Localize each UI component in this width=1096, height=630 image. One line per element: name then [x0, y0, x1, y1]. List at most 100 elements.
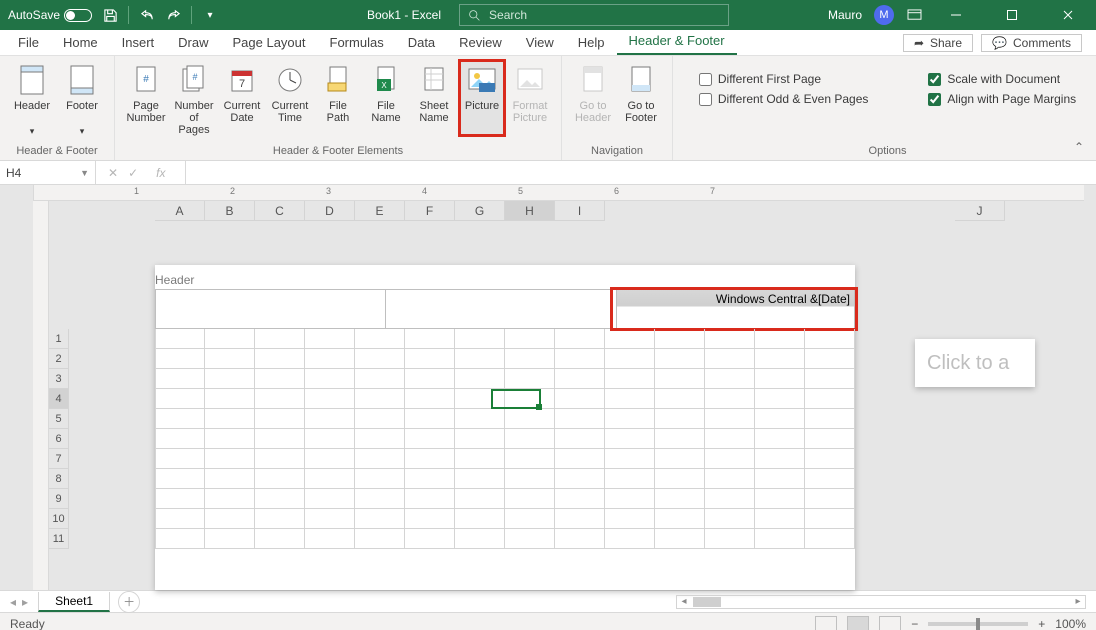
- view-pagebreak-button[interactable]: [879, 616, 901, 630]
- cell[interactable]: [355, 349, 405, 369]
- cell[interactable]: [405, 429, 455, 449]
- cell[interactable]: [355, 529, 405, 549]
- cell[interactable]: [705, 469, 755, 489]
- cell[interactable]: [305, 429, 355, 449]
- cell[interactable]: [305, 409, 355, 429]
- cell[interactable]: [755, 509, 805, 529]
- cell[interactable]: [755, 389, 805, 409]
- view-pagelayout-button[interactable]: [847, 616, 869, 630]
- cell[interactable]: [755, 349, 805, 369]
- cell[interactable]: [655, 429, 705, 449]
- cell[interactable]: [155, 389, 205, 409]
- search-box[interactable]: Search: [459, 4, 729, 26]
- horizontal-scrollbar[interactable]: ◂ ▸: [676, 595, 1086, 609]
- cell[interactable]: [655, 509, 705, 529]
- cell[interactable]: [205, 429, 255, 449]
- share-button[interactable]: ➦Share: [903, 34, 973, 52]
- sheet-name-button[interactable]: Sheet Name: [411, 60, 457, 136]
- accept-icon[interactable]: ✓: [128, 166, 138, 180]
- username[interactable]: Mauro: [828, 8, 862, 22]
- cell[interactable]: [405, 509, 455, 529]
- row-header[interactable]: 6: [49, 429, 69, 449]
- cell[interactable]: [255, 509, 305, 529]
- cell[interactable]: [305, 369, 355, 389]
- cell[interactable]: [455, 449, 505, 469]
- cell[interactable]: [305, 449, 355, 469]
- row-header[interactable]: 9: [49, 489, 69, 509]
- cell[interactable]: [655, 529, 705, 549]
- column-header[interactable]: [755, 201, 805, 221]
- picture-button[interactable]: Picture: [459, 60, 505, 136]
- cell[interactable]: [705, 329, 755, 349]
- cell[interactable]: [705, 449, 755, 469]
- column-header[interactable]: [605, 201, 655, 221]
- cell[interactable]: [505, 329, 555, 349]
- tab-page-layout[interactable]: Page Layout: [221, 31, 318, 55]
- zoom-in-icon[interactable]: +: [1038, 617, 1045, 630]
- cell[interactable]: [405, 449, 455, 469]
- cell[interactable]: [655, 329, 705, 349]
- cell[interactable]: [755, 449, 805, 469]
- opt-diff-odd-even[interactable]: Different Odd & Even Pages: [699, 92, 869, 106]
- cell[interactable]: [455, 409, 505, 429]
- column-header[interactable]: I: [555, 201, 605, 221]
- cell[interactable]: [505, 529, 555, 549]
- cell[interactable]: [805, 329, 855, 349]
- cell[interactable]: [155, 509, 205, 529]
- formula-input[interactable]: [186, 161, 1096, 184]
- header-left[interactable]: [156, 290, 386, 328]
- cell[interactable]: [505, 449, 555, 469]
- cell[interactable]: [805, 469, 855, 489]
- cell[interactable]: [505, 469, 555, 489]
- cell[interactable]: [805, 409, 855, 429]
- cell[interactable]: [355, 429, 405, 449]
- goto-footer-button[interactable]: Go to Footer: [618, 60, 664, 126]
- row-header[interactable]: 3: [49, 369, 69, 389]
- column-header[interactable]: A: [155, 201, 205, 221]
- cell[interactable]: [805, 389, 855, 409]
- cell[interactable]: [155, 349, 205, 369]
- row-header[interactable]: 4: [49, 389, 69, 409]
- cell[interactable]: [755, 529, 805, 549]
- cell[interactable]: [805, 429, 855, 449]
- cell[interactable]: [205, 489, 255, 509]
- cell[interactable]: [355, 449, 405, 469]
- cell[interactable]: [405, 409, 455, 429]
- tab-insert[interactable]: Insert: [110, 31, 167, 55]
- zoom-out-icon[interactable]: −: [911, 617, 918, 630]
- cell[interactable]: [405, 389, 455, 409]
- cell[interactable]: [605, 429, 655, 449]
- cell[interactable]: [755, 329, 805, 349]
- cell[interactable]: [455, 429, 505, 449]
- footer-button[interactable]: Footer▾: [58, 60, 106, 137]
- cell[interactable]: [155, 529, 205, 549]
- cell[interactable]: [205, 349, 255, 369]
- cell[interactable]: [355, 489, 405, 509]
- header-sections[interactable]: Windows Central &[Date]: [155, 289, 855, 329]
- minimize-button[interactable]: [934, 0, 978, 30]
- cell[interactable]: [305, 349, 355, 369]
- cell[interactable]: [355, 369, 405, 389]
- cell[interactable]: [205, 529, 255, 549]
- cell[interactable]: [755, 369, 805, 389]
- cell[interactable]: [405, 349, 455, 369]
- column-header[interactable]: [905, 201, 955, 221]
- file-name-button[interactable]: XFile Name: [363, 60, 409, 136]
- cell[interactable]: [255, 529, 305, 549]
- sheet-prev-icon[interactable]: ◂: [10, 595, 16, 609]
- cell[interactable]: [755, 429, 805, 449]
- cell[interactable]: [455, 529, 505, 549]
- column-header[interactable]: G: [455, 201, 505, 221]
- scroll-right-icon[interactable]: ▸: [1071, 596, 1085, 608]
- new-sheet-button[interactable]: ＋: [118, 591, 140, 613]
- cell[interactable]: [705, 429, 755, 449]
- row-header[interactable]: 1: [49, 329, 69, 349]
- cell[interactable]: [505, 369, 555, 389]
- cell[interactable]: [655, 489, 705, 509]
- cell[interactable]: [705, 409, 755, 429]
- header-center[interactable]: [386, 290, 616, 328]
- column-header[interactable]: H: [505, 201, 555, 221]
- opt-align-margins[interactable]: Align with Page Margins: [928, 92, 1076, 106]
- comments-button[interactable]: 💬Comments: [981, 34, 1082, 52]
- row-header[interactable]: 8: [49, 469, 69, 489]
